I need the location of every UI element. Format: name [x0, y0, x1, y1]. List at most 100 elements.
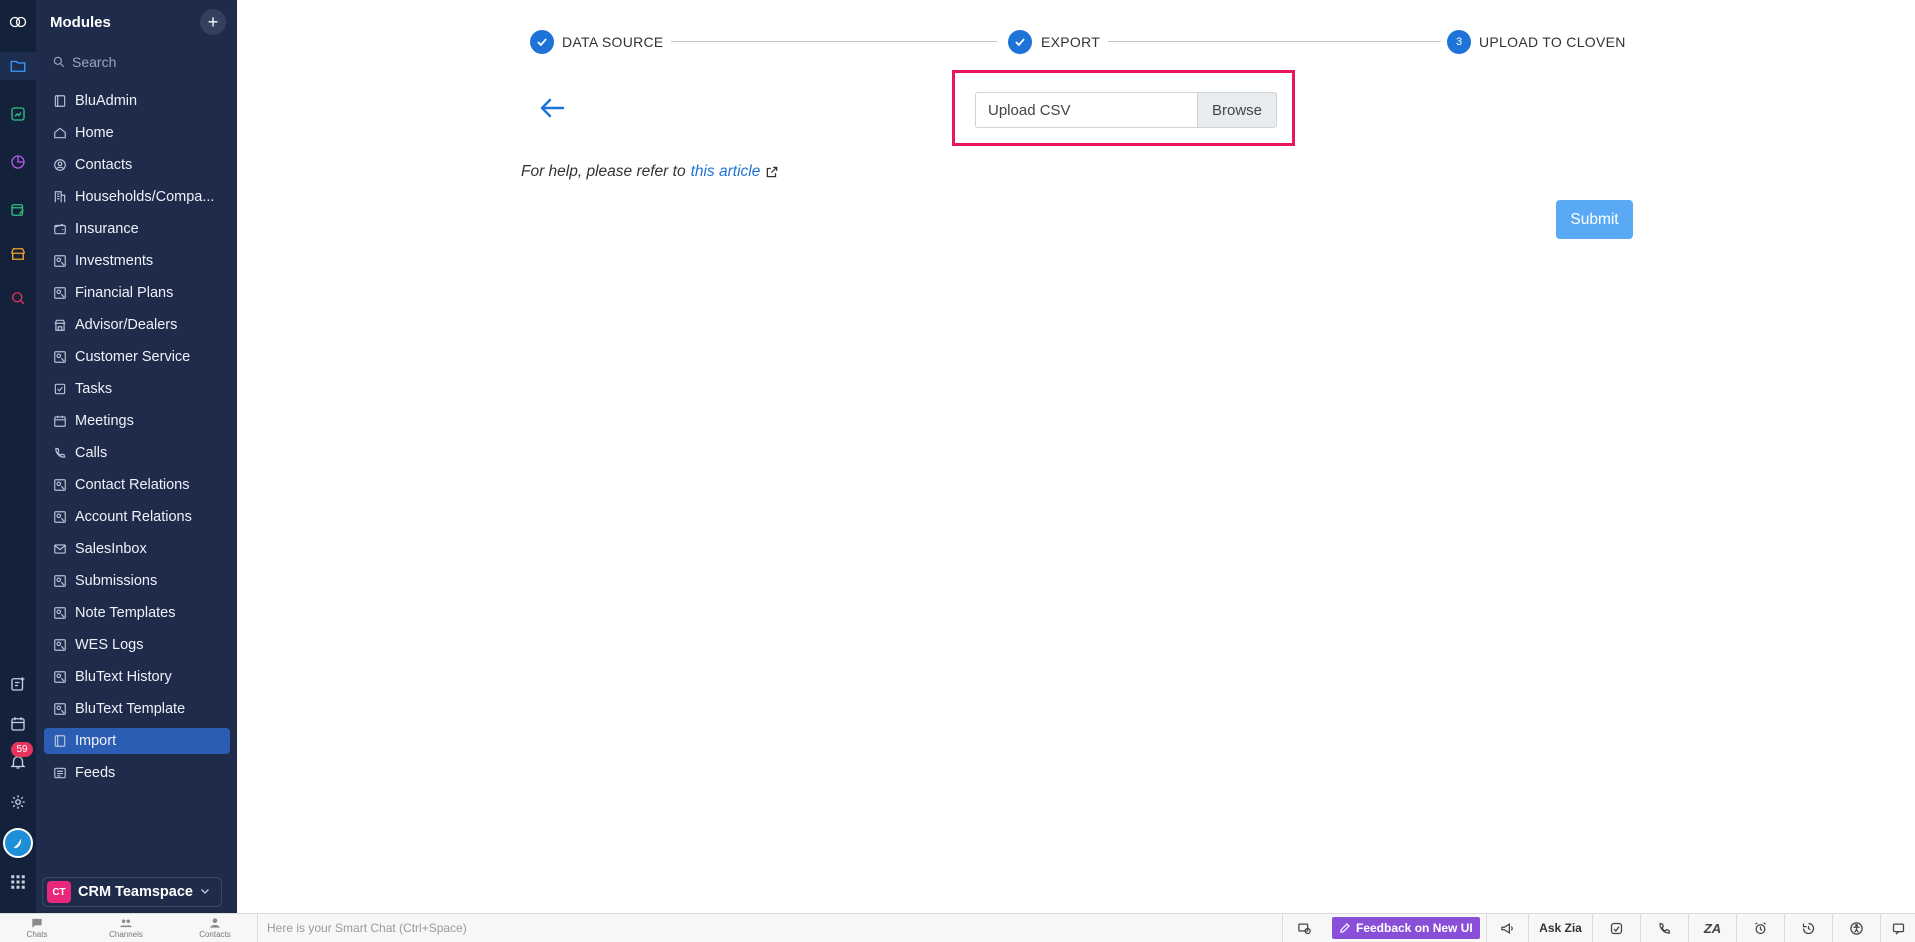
- sidebar-item-label: BluAdmin: [75, 93, 138, 109]
- custom-module-icon: [53, 670, 67, 684]
- sidebar-item-calls[interactable]: Calls: [44, 440, 230, 466]
- home-icon: [53, 126, 67, 140]
- custom-module-icon: [53, 510, 67, 524]
- sidebar-item-feeds[interactable]: Feeds: [44, 760, 230, 786]
- ask-zia-button[interactable]: Ask Zia: [1528, 914, 1592, 942]
- edit-calendar-icon[interactable]: [6, 198, 30, 222]
- more-button[interactable]: [1880, 914, 1915, 942]
- signals-button[interactable]: [1592, 914, 1640, 942]
- store-icon[interactable]: [6, 242, 30, 266]
- module-list: BluAdmin Home Contacts Households/Compa... I…: [44, 88, 230, 792]
- sidebar-item-bluadmin[interactable]: BluAdmin: [44, 88, 230, 114]
- zia-button[interactable]: ZA: [1688, 914, 1736, 942]
- avatar[interactable]: [3, 828, 33, 858]
- sidebar-item-label: Import: [75, 733, 117, 749]
- building-icon: [53, 190, 67, 204]
- step-2-check-icon: [1008, 30, 1032, 54]
- bottom-bar: Chats Channels Contacts Here is your Sma…: [0, 913, 1915, 942]
- sidebar-item-label: Home: [75, 125, 114, 141]
- sidebar-item-contact-relations[interactable]: Contact Relations: [44, 472, 230, 498]
- custom-module-icon: [53, 478, 67, 492]
- channels-tab[interactable]: Channels: [101, 916, 151, 939]
- sidebar-item-label: Meetings: [75, 413, 134, 429]
- step-2-label: EXPORT: [1041, 34, 1101, 50]
- screen-share-icon: [1298, 923, 1311, 934]
- sidebar-item-meetings[interactable]: Meetings: [44, 408, 230, 434]
- step-connector: [1108, 41, 1441, 42]
- sidebar-item-label: BluText History: [75, 669, 172, 685]
- sidebar-item-label: Note Templates: [75, 605, 176, 621]
- sidebar-item-salesinbox[interactable]: SalesInbox: [44, 536, 230, 562]
- alarm-button[interactable]: [1736, 914, 1784, 942]
- add-note-icon[interactable]: [6, 672, 30, 696]
- custom-module-icon: [53, 574, 67, 588]
- sidebar-item-blutext-history[interactable]: BluText History: [44, 664, 230, 690]
- add-module-button[interactable]: +: [200, 9, 226, 35]
- submit-button[interactable]: Submit: [1556, 200, 1633, 239]
- history-button[interactable]: [1784, 914, 1832, 942]
- upload-csv-input[interactable]: Upload CSV: [975, 92, 1197, 128]
- custom-module-icon: [53, 638, 67, 652]
- teamspace-switcher[interactable]: CT CRM Teamspace: [42, 877, 222, 907]
- zia-icon: ZA: [1703, 920, 1722, 936]
- external-link-icon[interactable]: [765, 165, 779, 179]
- search-analytics-icon[interactable]: [6, 286, 30, 310]
- signals-icon: [1610, 922, 1623, 934]
- sidebar-item-label: BluText Template: [75, 701, 186, 717]
- sidebar-item-label: WES Logs: [75, 637, 144, 653]
- sidebar-item-contacts[interactable]: Contacts: [44, 152, 230, 178]
- step-connector: [671, 41, 997, 42]
- browse-button[interactable]: Browse: [1197, 92, 1277, 128]
- help-article-link[interactable]: this article: [691, 163, 761, 181]
- sidebar-item-label: Households/Compa...: [75, 189, 215, 205]
- sidebar-item-blutext-template[interactable]: BluText Template: [44, 696, 230, 722]
- feedback-label: Feedback on New UI: [1356, 921, 1473, 935]
- main-content: DATA SOURCE EXPORT 3 UPLOAD TO CLOVEN Up…: [237, 0, 1915, 913]
- contacts-tab[interactable]: Contacts: [190, 916, 240, 939]
- contacts-tab-label: Contacts: [199, 930, 231, 939]
- folder-icon[interactable]: [6, 54, 30, 78]
- accessibility-button[interactable]: [1832, 914, 1880, 942]
- phone-icon: [1659, 922, 1671, 934]
- sidebar-item-customer-service[interactable]: Customer Service: [44, 344, 230, 370]
- megaphone-icon: [1501, 922, 1513, 934]
- sidebar-item-label: Insurance: [75, 221, 139, 237]
- sidebar-item-import[interactable]: Import: [44, 728, 230, 754]
- back-arrow-icon[interactable]: [539, 97, 565, 119]
- sidebar-item-advisor-dealers[interactable]: Advisor/Dealers: [44, 312, 230, 338]
- group-icon: [120, 919, 132, 928]
- gear-icon[interactable]: [6, 790, 30, 814]
- mobile-button[interactable]: [1640, 914, 1688, 942]
- sidebar-item-financial-plans[interactable]: Financial Plans: [44, 280, 230, 306]
- smart-chat-input[interactable]: Here is your Smart Chat (Ctrl+Space): [257, 914, 467, 942]
- sidebar-item-tasks[interactable]: Tasks: [44, 376, 230, 402]
- sidebar-item-label: Financial Plans: [75, 285, 174, 301]
- screen-share-button[interactable]: [1282, 914, 1326, 942]
- ask-zia-label: Ask Zia: [1539, 921, 1582, 935]
- sidebar-item-account-relations[interactable]: Account Relations: [44, 504, 230, 530]
- calendar-icon[interactable]: [6, 712, 30, 736]
- feedback-button[interactable]: Feedback on New UI: [1332, 917, 1480, 939]
- sidebar-item-insurance[interactable]: Insurance: [44, 216, 230, 242]
- analytics-icon[interactable]: [6, 102, 30, 126]
- pie-chart-icon[interactable]: [6, 150, 30, 174]
- chevron-down-icon: [201, 889, 209, 894]
- sidebar-item-submissions[interactable]: Submissions: [44, 568, 230, 594]
- alarm-clock-icon: [1755, 921, 1766, 934]
- sidebar-item-note-templates[interactable]: Note Templates: [44, 600, 230, 626]
- cloud-logo-icon[interactable]: [6, 10, 30, 34]
- sidebar-item-home[interactable]: Home: [44, 120, 230, 146]
- sidebar-item-investments[interactable]: Investments: [44, 248, 230, 274]
- chats-tab[interactable]: Chats: [12, 916, 62, 939]
- sidebar-item-wes-logs[interactable]: WES Logs: [44, 632, 230, 658]
- announcement-button[interactable]: [1486, 914, 1528, 942]
- sidebar-item-label: Contact Relations: [75, 477, 190, 493]
- app-grid-icon[interactable]: [6, 870, 30, 894]
- sidebar-item-households-compa[interactable]: Households/Compa...: [44, 184, 230, 210]
- person-icon: [210, 918, 220, 928]
- module-search-placeholder: Search: [72, 54, 117, 70]
- sidebar-item-label: SalesInbox: [75, 541, 147, 557]
- module-search[interactable]: Search: [52, 54, 116, 70]
- custom-module-icon: [53, 606, 67, 620]
- module-icon: [53, 734, 67, 748]
